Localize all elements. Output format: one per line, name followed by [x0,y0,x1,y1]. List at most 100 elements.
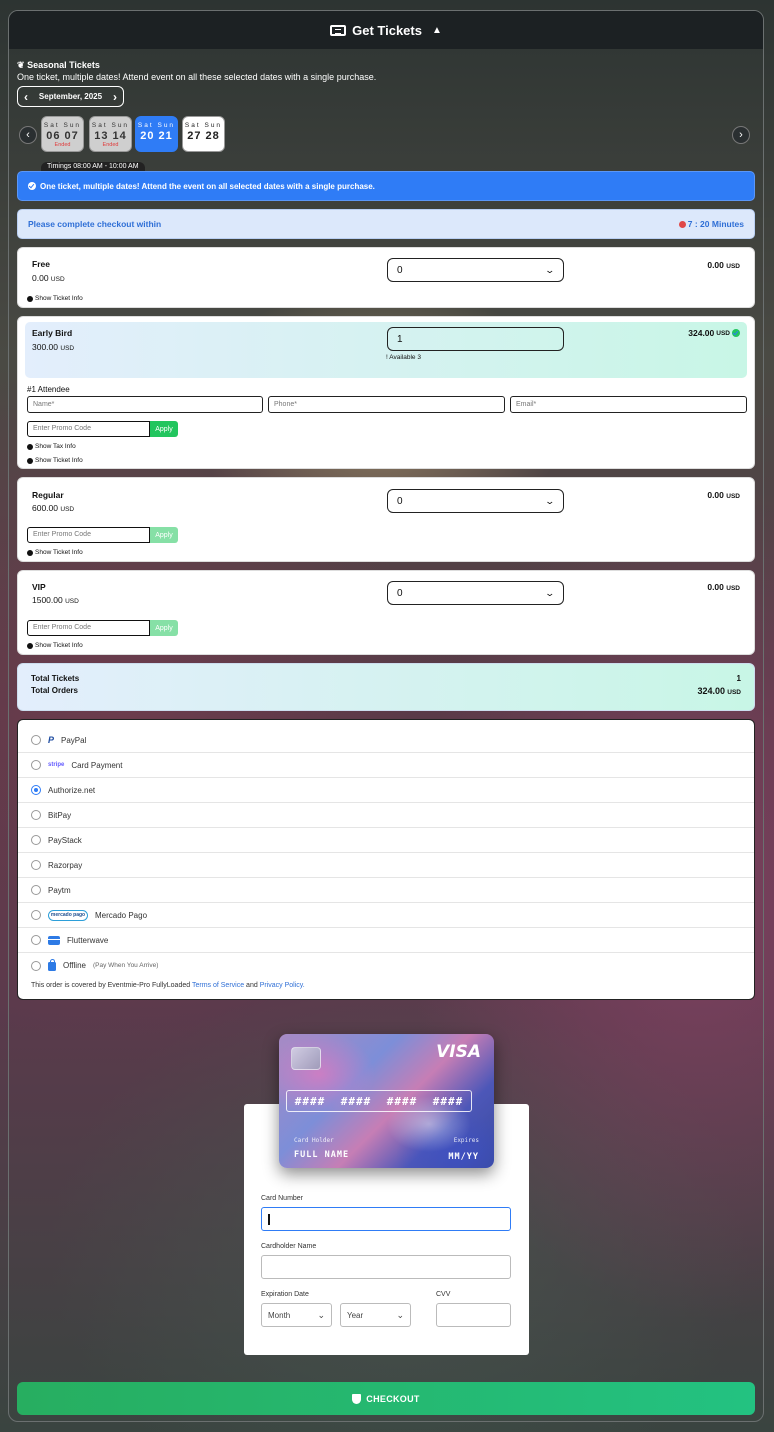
apply-promo-button[interactable]: Apply [150,527,178,543]
lock-icon [48,958,56,971]
terms-text: This order is covered by Eventmie-Pro Fu… [31,982,191,989]
date-status: Ended [102,142,119,148]
ticket-total: 0.00 USD [707,260,740,270]
total-orders-label: Total Orders [31,686,78,695]
expiry-month-select[interactable]: Month ⌄ [261,1303,332,1327]
orders-currency: USD [727,689,741,696]
card-number-group: #### [386,1094,418,1108]
cvv-input[interactable] [436,1303,511,1327]
apply-promo-button[interactable]: Apply [150,421,178,437]
radio-button[interactable] [31,760,41,770]
radio-button[interactable] [31,935,41,945]
terms-of-service-link[interactable]: Terms of Service [192,982,244,989]
payment-option-paypal[interactable]: P PayPal [18,728,754,753]
ticket-card-vip: VIP 1500.00 USD 0 ⌄ 0.00 USD Enter Promo … [17,570,755,655]
cvv-label: CVV [436,1291,451,1298]
chevron-right-icon[interactable]: › [113,91,117,103]
show-ticket-info[interactable]: Show Ticket Info [27,295,83,302]
payment-option-authorize-net[interactable]: Authorize.net [18,778,754,803]
radio-button[interactable] [31,960,41,971]
total-currency: USD [716,329,730,337]
orders-amount: 324.00 [697,686,726,696]
date-numbers: 20 21 [140,130,173,142]
payment-option-paytm[interactable]: Paytm [18,878,754,903]
payment-option-offline[interactable]: Offline (Pay When You Arrive) [18,953,754,978]
show-ticket-info[interactable]: Show Ticket Info [27,457,83,464]
payment-label: PayPal [61,735,87,745]
selected-ticket-highlight [25,322,747,378]
card-icon [48,935,60,945]
promo-code-input[interactable]: Enter Promo Code [27,620,150,636]
paypal-icon: P [48,735,55,745]
date-days: Sat Sun [137,122,176,129]
ticket-price: 300.00 USD [32,342,74,352]
check-circle-icon [732,329,740,337]
dates-next-button[interactable]: › [732,126,750,144]
checkout-button[interactable]: CHECKOUT [17,1382,755,1415]
radio-button[interactable] [31,810,41,820]
expiry-year-select[interactable]: Year ⌄ [340,1303,411,1327]
info-icon [27,549,33,556]
payment-methods-panel: P PayPal stripe Card Payment Authorize.net… [17,719,755,1000]
show-ticket-info[interactable]: Show Ticket Info [27,642,83,649]
total-tickets-label: Total Tickets [31,674,80,683]
payment-label: Card Payment [71,760,123,770]
seasonal-subtitle: One ticket, multiple dates! Attend event… [17,72,377,82]
radio-button[interactable] [31,735,41,745]
date-card[interactable]: Sat Sun 13 14 Ended [89,116,132,152]
payment-option-paystack[interactable]: PayStack [18,828,754,853]
radio-button-selected[interactable] [31,785,41,795]
payment-option-card[interactable]: stripe Card Payment [18,753,754,778]
promo-code-group: Enter Promo Code Apply [27,620,178,636]
payment-option-flutterwave[interactable]: Flutterwave [18,928,754,953]
attendee-name-input[interactable]: Name* [27,396,263,413]
payment-option-razorpay[interactable]: Razorpay [18,853,754,878]
ticket-card-early-bird: Early Bird 300.00 USD 1 ! Available 3 32… [17,316,755,469]
header-title: Get Tickets [352,22,422,38]
chevron-left-icon[interactable]: ‹ [24,91,28,103]
date-card[interactable]: Sat Sun 06 07 Ended [41,116,84,152]
show-info-label: Show Ticket Info [35,642,83,649]
show-ticket-info[interactable]: Show Ticket Info [27,549,83,556]
quantity-select[interactable]: 0 ⌄ [387,258,564,282]
date-card-selected[interactable]: Sat Sun 20 21 [135,116,178,152]
month-value: Month [268,1310,291,1320]
ticket-name: Early Bird [32,328,73,338]
privacy-policy-link[interactable]: Privacy Policy. [260,982,305,989]
date-days: Sat Sun [91,122,130,129]
show-info-label: Show Ticket Info [35,295,83,302]
ticket-card-free: Free 0.00 USD 0 ⌄ 0.00 USD Show Ticket In… [17,247,755,308]
header-bar[interactable]: Get Tickets ▲ [9,11,763,49]
terms-notice: This order is covered by Eventmie-Pro Fu… [31,982,305,989]
radio-button[interactable] [31,835,41,845]
attendee-phone-input[interactable]: Phone* [268,396,505,413]
visa-logo: VISA [436,1042,481,1062]
quantity-select[interactable]: 1 [387,327,564,351]
cardholder-name-input[interactable] [261,1255,511,1279]
promo-code-input[interactable]: Enter Promo Code [27,421,150,437]
total-currency: USD [726,263,740,270]
ticket-total: 324.00 USD [688,328,740,338]
year-value: Year [347,1310,364,1320]
dates-prev-button[interactable]: ‹ [19,126,37,144]
radio-button[interactable] [31,860,41,870]
quantity-select[interactable]: 0 ⌄ [387,581,564,605]
timer-value-wrap: 7 : 20 Minutes [678,219,744,229]
payment-option-mercado-pago[interactable]: mercado pago Mercado Pago [18,903,754,928]
apply-promo-button[interactable]: Apply [150,620,178,636]
promo-code-input[interactable]: Enter Promo Code [27,527,150,543]
radio-button[interactable] [31,885,41,895]
quantity-select[interactable]: 0 ⌄ [387,489,564,513]
card-expires-value: MM/YY [448,1152,479,1162]
info-icon [27,457,33,464]
card-number-input[interactable] [261,1207,511,1231]
price-value: 600.00 [32,503,58,513]
chevron-up-icon[interactable]: ▲ [432,25,442,36]
attendee-email-input[interactable]: Email* [510,396,747,413]
date-card[interactable]: Sat Sun 27 28 [182,116,225,152]
payment-option-bitpay[interactable]: BitPay [18,803,754,828]
card-number-group: #### [340,1094,372,1108]
radio-button[interactable] [31,910,41,920]
show-tax-info[interactable]: Show Tax Info [27,443,76,450]
payment-label: PayStack [48,835,82,845]
